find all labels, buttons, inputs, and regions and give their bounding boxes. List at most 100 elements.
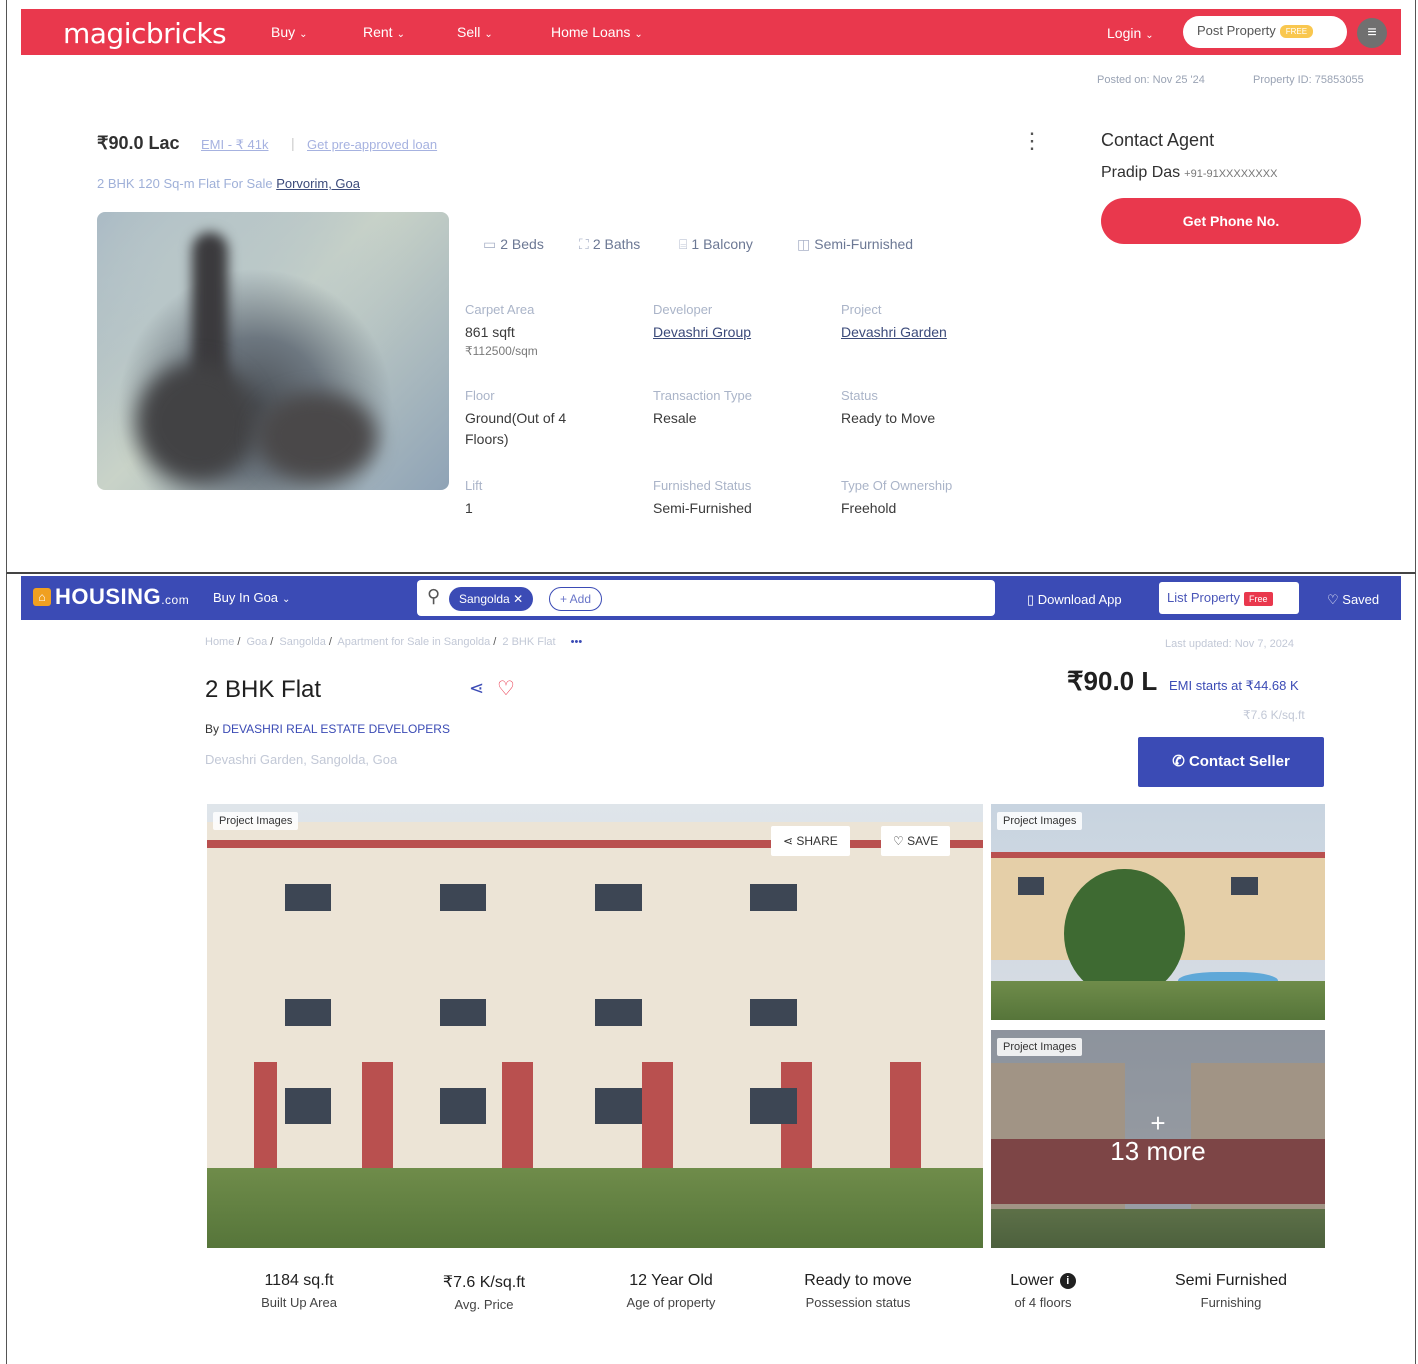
breadcrumb-item[interactable]: 2 BHK Flat (502, 636, 555, 648)
chevron-down-icon: ⌄ (634, 29, 643, 40)
location-link[interactable]: Porvorim, Goa (276, 176, 360, 191)
chevron-down-icon: ⌄ (299, 29, 308, 40)
download-app-button[interactable]: ▯ Download App (1027, 592, 1122, 608)
search-bar[interactable]: ⚲ Sangolda ✕ + Add (417, 580, 995, 616)
magicbricks-navbar: magicbricks Buy ⌄ Rent ⌄ Sell ⌄ Home Loans ⌄… (21, 9, 1401, 55)
project-image[interactable]: Project Images (991, 804, 1325, 1020)
breadcrumb-item[interactable]: Apartment for Sale in Sangolda (337, 636, 490, 648)
detail-label: Developer (653, 302, 713, 317)
balcony-icon: ⌸ (679, 236, 688, 252)
agent-phone: +91-91XXXXXXXX (1184, 168, 1278, 180)
info-icon[interactable]: i (1059, 1272, 1076, 1289)
property-id: Property ID: 75853055 (1253, 74, 1364, 86)
free-badge: Free (1243, 592, 1273, 606)
stat-built-up-area: 1184 sq.ft Built Up Area (214, 1272, 384, 1310)
login-button[interactable]: Login ⌄ (1107, 25, 1154, 41)
feature-baths: ⛶ 2 Baths (579, 236, 641, 252)
search-chip[interactable]: Sangolda ✕ (449, 587, 534, 611)
stat-possession: Ready to move Possession status (773, 1272, 943, 1310)
housing-logo[interactable]: HOUSING.com (55, 584, 189, 610)
pre-approved-loan-link[interactable]: Get pre-approved loan (307, 137, 437, 152)
breadcrumb-item[interactable]: Goa (246, 636, 267, 648)
heart-icon[interactable]: ♡ (497, 676, 515, 701)
contact-agent-heading: Contact Agent (1101, 130, 1215, 150)
list-property-button[interactable]: List Property Free (1159, 582, 1299, 614)
chevron-down-icon: ⌄ (396, 29, 405, 40)
magicbricks-panel: magicbricks Buy ⌄ Rent ⌄ Sell ⌄ Home Loans ⌄… (6, 0, 1416, 574)
main-property-image[interactable]: Project Images ⋖ SHARE ♡ SAVE (207, 804, 983, 1248)
detail-label: Floor (465, 388, 495, 403)
stat-label: of 4 floors (1014, 1295, 1072, 1310)
detail-label: Type Of Ownership (841, 478, 953, 493)
divider: | (291, 135, 295, 151)
stat-furnishing: Semi Furnished Furnishing (1146, 1272, 1316, 1310)
stat-avg-price: ₹7.6 K/sq.ft Avg. Price (399, 1272, 569, 1312)
add-location-button[interactable]: + Add (549, 587, 603, 611)
detail-value: 1 (465, 500, 473, 516)
stat-value: 12 Year Old (629, 1272, 713, 1289)
stat-label: Built Up Area (261, 1295, 337, 1310)
stat-value: ₹7.6 K/sq.ft (442, 1274, 526, 1291)
emi-link[interactable]: EMI starts at ₹44.68 K (1169, 678, 1299, 694)
nav-rent[interactable]: Rent ⌄ (363, 24, 405, 40)
nav-buy[interactable]: Buy ⌄ (271, 24, 308, 40)
nav-sell[interactable]: Sell ⌄ (457, 24, 493, 40)
breadcrumb-more[interactable]: ••• (571, 636, 583, 648)
stat-label: Possession status (805, 1295, 911, 1310)
feature-furnishing: ◫ Semi-Furnished (797, 236, 914, 252)
get-phone-button[interactable]: Get Phone No. (1101, 198, 1361, 244)
listing-subtitle: 2 BHK 120 Sq-m Flat For Sale Porvorim, G… (97, 176, 360, 191)
housing-panel: ⌂ HOUSING.com Buy In Goa ⌄ ⚲ Sangolda ✕ +… (6, 574, 1416, 1364)
bath-icon: ⛶ (579, 236, 589, 252)
stat-floor: Lower i of 4 floors (958, 1272, 1128, 1310)
chevron-down-icon: ⌄ (484, 29, 493, 40)
detail-label: Furnished Status (653, 478, 752, 493)
heart-icon: ♡ (893, 834, 908, 848)
housing-navbar: ⌂ HOUSING.com Buy In Goa ⌄ ⚲ Sangolda ✕ +… (21, 576, 1401, 620)
stat-age: 12 Year Old Age of property (586, 1272, 756, 1310)
free-badge: FREE (1279, 25, 1314, 39)
property-photo[interactable] (97, 212, 449, 490)
image-tag: Project Images (997, 812, 1083, 830)
project-link[interactable]: Devashri Garden (841, 322, 947, 343)
detail-label: Transaction Type (653, 388, 752, 403)
price-per-sqft: ₹7.6 K/sq.ft (1243, 708, 1305, 722)
saved-button[interactable]: ♡ Saved (1327, 592, 1379, 608)
breadcrumb-item[interactable]: Sangolda (279, 636, 326, 648)
breadcrumb-item[interactable]: Home (205, 636, 234, 648)
furniture-icon: ◫ (797, 236, 811, 252)
nav-home-loans[interactable]: Home Loans ⌄ (551, 24, 643, 40)
phone-icon: ▯ (1027, 592, 1038, 607)
housing-logo-icon[interactable]: ⌂ (33, 588, 51, 606)
city-selector[interactable]: Buy In Goa ⌄ (213, 590, 290, 605)
developer-link[interactable]: Devashri Group (653, 322, 751, 343)
stat-value: 1184 sq.ft (264, 1272, 334, 1289)
last-updated: Last updated: Nov 7, 2024 (1165, 638, 1295, 650)
chevron-down-icon: ⌄ (282, 594, 291, 605)
post-property-button[interactable]: Post Property FREE (1183, 16, 1347, 48)
breadcrumb: Home / Goa / Sangolda / Apartment for Sale … (205, 636, 583, 648)
detail-value: 861 sqft (465, 324, 515, 340)
save-button[interactable]: ♡ SAVE (881, 826, 951, 856)
share-icon[interactable]: ⋖ (469, 678, 484, 699)
detail-value: Ready to Move (841, 410, 936, 426)
hamburger-menu-icon[interactable]: ≡ (1357, 18, 1387, 48)
stat-label: Age of property (626, 1295, 716, 1310)
more-images-tile[interactable]: Project Images + 13 more (991, 1030, 1325, 1248)
bed-icon: ▭ (483, 236, 497, 252)
detail-label: Status (841, 388, 878, 403)
developer-link[interactable]: DEVASHRI REAL ESTATE DEVELOPERS (222, 722, 450, 736)
stat-value: Semi Furnished (1174, 1272, 1288, 1289)
heart-icon: ♡ (1327, 592, 1343, 607)
agent-name: Pradip Das +91-91XXXXXXXX (1101, 164, 1278, 181)
share-button[interactable]: ⋖ SHARE (771, 826, 850, 856)
magicbricks-logo[interactable]: magicbricks (63, 17, 227, 50)
more-options-icon[interactable]: ⋮ (1021, 130, 1043, 152)
close-icon[interactable]: ✕ (513, 592, 523, 606)
contact-seller-button[interactable]: ✆ Contact Seller (1138, 737, 1324, 787)
detail-value: Resale (653, 410, 697, 426)
stat-value: Lower (1010, 1272, 1054, 1289)
posted-on: Posted on: Nov 25 '24 (1097, 74, 1205, 86)
detail-subvalue: ₹112500/sqm (465, 344, 538, 358)
emi-link[interactable]: EMI - ₹ 41k (201, 137, 269, 153)
